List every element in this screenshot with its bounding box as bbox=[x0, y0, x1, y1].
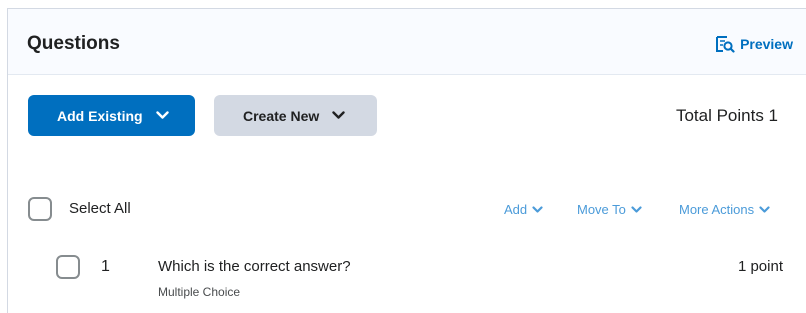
more-actions-label: More Actions bbox=[679, 202, 755, 217]
total-points: Total Points 1 bbox=[675, 106, 778, 125]
move-to-action-button[interactable]: Move To bbox=[577, 202, 642, 217]
add-existing-button[interactable]: Add Existing bbox=[28, 95, 195, 136]
preview-link[interactable]: Preview bbox=[715, 35, 793, 53]
panel-header: Questions Preview bbox=[8, 9, 806, 75]
document-search-icon bbox=[716, 36, 735, 53]
select-all-checkbox[interactable] bbox=[28, 197, 52, 221]
question-type: Multiple Choice bbox=[158, 285, 241, 299]
chevron-down-icon bbox=[332, 111, 345, 119]
add-existing-label: Add Existing bbox=[57, 107, 143, 124]
create-new-label: Create New bbox=[243, 107, 320, 124]
question-checkbox[interactable] bbox=[56, 255, 80, 279]
chevron-down-icon bbox=[532, 205, 543, 213]
question-text-link[interactable]: Which is the correct answer? bbox=[158, 258, 351, 275]
question-points: 1 point bbox=[737, 258, 783, 275]
create-new-button[interactable]: Create New bbox=[214, 95, 377, 136]
chevron-down-icon bbox=[631, 205, 642, 213]
move-to-action-label: Move To bbox=[577, 202, 626, 217]
questions-panel: Questions Preview Add Existing Create Ne… bbox=[7, 8, 806, 313]
question-number: 1 bbox=[101, 258, 110, 275]
chevron-down-icon bbox=[759, 205, 770, 213]
more-actions-button[interactable]: More Actions bbox=[679, 202, 770, 217]
add-action-button[interactable]: Add bbox=[504, 202, 543, 217]
page-title: Questions bbox=[27, 33, 120, 54]
chevron-down-icon bbox=[155, 111, 169, 119]
add-action-label: Add bbox=[504, 202, 528, 217]
preview-label: Preview bbox=[740, 36, 793, 52]
select-all-label[interactable]: Select All bbox=[69, 200, 131, 217]
